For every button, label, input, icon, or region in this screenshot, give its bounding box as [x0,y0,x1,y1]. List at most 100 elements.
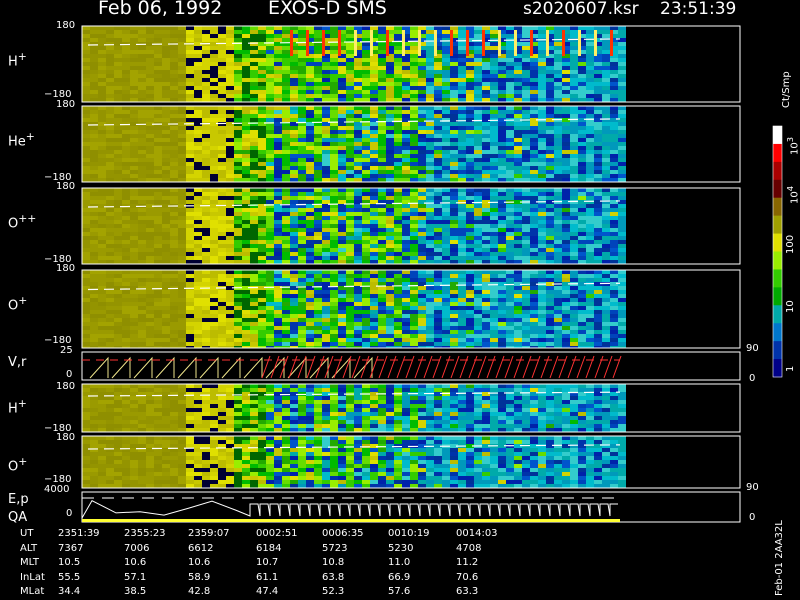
heatmap-cell [530,188,538,192]
heatmap-cell [322,142,330,146]
heatmap-cell [506,114,514,118]
heatmap-cell [506,274,514,278]
heatmap-cell [290,150,298,154]
heatmap-cell [266,282,274,286]
heatmap-cell [418,26,426,30]
heatmap-cell [418,178,426,182]
heatmap-cell [466,248,474,252]
heatmap-cell [362,208,370,212]
heatmap-cell [290,174,298,178]
heatmap-cell [570,154,578,158]
heatmap-cell [250,174,258,178]
heatmap-cell [106,310,114,314]
heatmap-cell [474,86,482,90]
heatmap-cell [138,34,146,38]
heatmap-cell [498,98,506,102]
heatmap-cell [82,38,90,42]
heatmap-cell [426,130,434,134]
heatmap-cell [466,274,474,278]
heatmap-cell [466,158,474,162]
heatmap-cell [330,248,338,252]
heatmap-cell [354,278,362,282]
heatmap-cell [330,46,338,50]
heatmap-cell [194,278,202,282]
heatmap-cell [330,38,338,42]
heatmap-cell [258,274,266,278]
heatmap-cell [418,224,426,228]
heatmap-cell [194,114,202,118]
heatmap-cell [258,334,266,338]
heatmap-cell [346,94,354,98]
heatmap-cell [162,216,170,220]
heatmap-cell [226,86,234,90]
heatmap-cell [90,86,98,90]
heatmap-cell [410,66,418,70]
heatmap-cell [402,78,410,82]
heatmap-cell [546,232,554,236]
heatmap-cell [386,150,394,154]
heatmap-cell [274,46,282,50]
heatmap-cell [554,150,562,154]
heatmap-cell [82,256,90,260]
heatmap-cell [138,274,146,278]
heatmap-cell [458,208,466,212]
heatmap-cell [610,216,618,220]
heatmap-cell [370,192,378,196]
heatmap-cell [258,86,266,90]
heatmap-cell [82,98,90,102]
heatmap-cell [122,30,130,34]
heatmap-cell [506,26,514,30]
heatmap-cell [130,170,138,174]
heatmap-cell [226,334,234,338]
heatmap-cell [218,196,226,200]
heatmap-cell [82,270,90,274]
heatmap-cell [522,54,530,58]
heatmap-cell [506,228,514,232]
heatmap-cell [146,290,154,294]
heatmap-cell [586,46,594,50]
heatmap-cell [586,42,594,46]
heatmap-cell [426,82,434,86]
heatmap-cell [290,342,298,346]
heatmap-cell [114,158,122,162]
heatmap-cell [154,170,162,174]
heatmap-cell [210,54,218,58]
heatmap-cell [482,310,490,314]
heatmap-cell [554,110,562,114]
heatmap-cell [282,46,290,50]
heatmap-cell [378,306,386,310]
heatmap-cell [314,240,322,244]
heatmap-cell [90,46,98,50]
heatmap-cell [458,134,466,138]
heatmap-cell [618,228,626,232]
heatmap-cell [546,196,554,200]
heatmap-cell [154,244,162,248]
heatmap-cell [98,290,106,294]
heatmap-cell [586,170,594,174]
heatmap-cell [410,244,418,248]
heatmap-cell [314,138,322,142]
heatmap-cell [282,114,290,118]
heatmap-cell [162,188,170,192]
heatmap-cell [514,78,522,82]
heatmap-cell [386,70,394,74]
heatmap-cell [306,170,314,174]
heatmap-cell [370,322,378,326]
heatmap-cell [394,114,402,118]
heatmap-cell [506,162,514,166]
heatmap-cell [242,224,250,228]
heatmap-cell [130,150,138,154]
heatmap-cell [114,204,122,208]
heatmap-cell [394,220,402,224]
heatmap-cell [202,240,210,244]
spectrogram-figure [81,25,783,523]
heatmap-cell [242,338,250,342]
heatmap-cell [138,46,146,50]
heatmap-cell [306,256,314,260]
heatmap-cell [554,170,562,174]
heatmap-cell [602,146,610,150]
heatmap-cell [274,126,282,130]
heatmap-cell [426,334,434,338]
heatmap-cell [186,86,194,90]
heatmap-cell [362,306,370,310]
